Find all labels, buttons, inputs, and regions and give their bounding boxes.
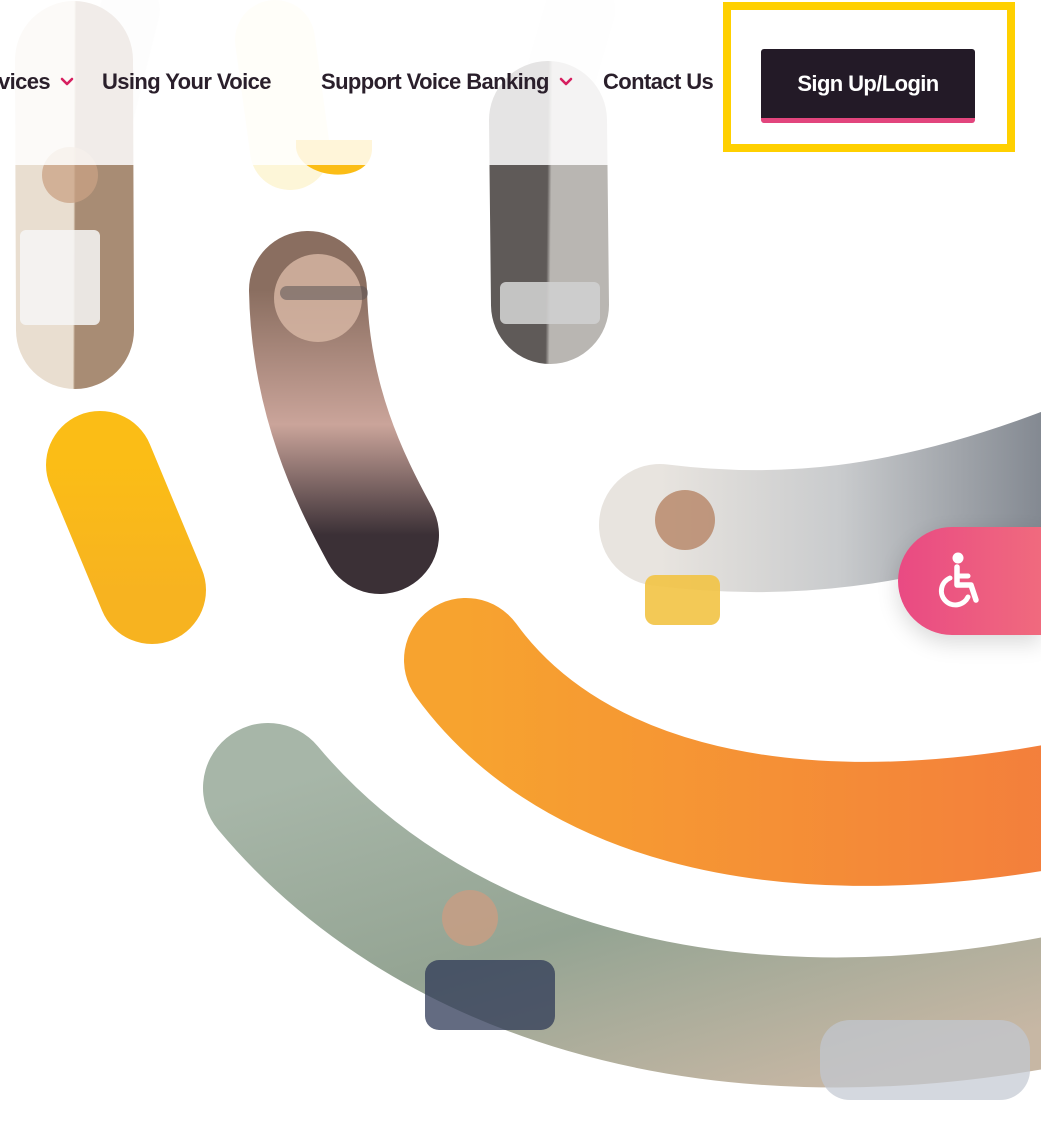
wheelchair-icon bbox=[938, 552, 979, 608]
nav-item-services[interactable]: vices bbox=[0, 64, 74, 100]
chevron-down-icon bbox=[559, 77, 573, 86]
nav-item-using-your-voice[interactable]: Using Your Voice bbox=[102, 64, 271, 100]
nav-item-label: Using Your Voice bbox=[102, 69, 271, 94]
nav-item-label: Contact Us bbox=[603, 69, 714, 94]
nav-item-contact-us[interactable]: Contact Us bbox=[603, 64, 714, 100]
nav-item-support-voice-banking[interactable]: Support Voice Banking bbox=[321, 64, 573, 100]
accessibility-button[interactable] bbox=[898, 527, 1041, 635]
chevron-down-icon bbox=[60, 77, 74, 86]
nav-item-label: vices bbox=[0, 69, 51, 94]
hero-artwork bbox=[15, 0, 1041, 1100]
nav-item-label: Support Voice Banking bbox=[321, 69, 549, 94]
signup-login-button[interactable]: Sign Up/Login bbox=[761, 49, 975, 123]
